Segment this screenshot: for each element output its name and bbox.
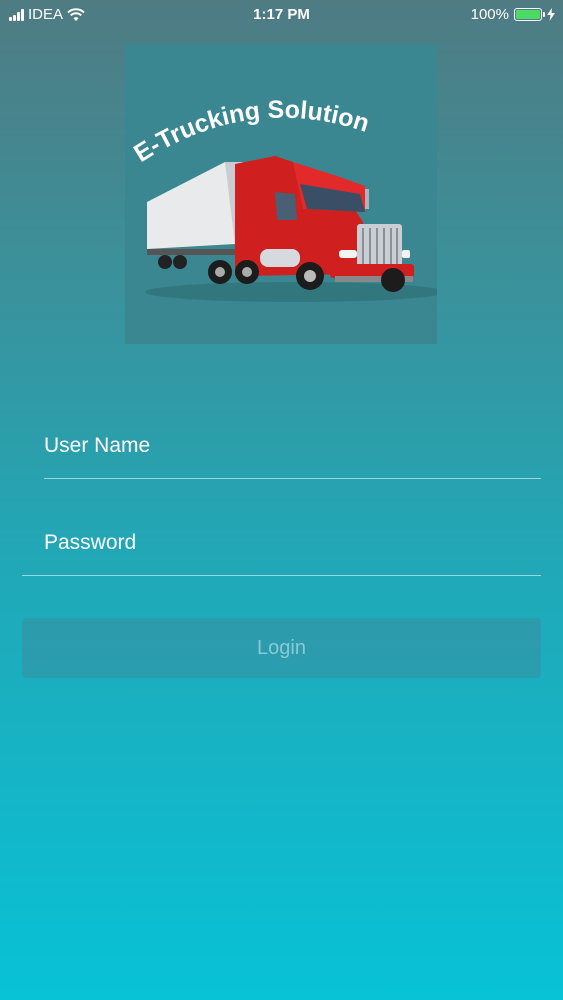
battery-icon bbox=[514, 8, 545, 21]
red-truck-icon: E-Trucking Solution bbox=[129, 96, 437, 302]
logo-text: E-Trucking Solution bbox=[129, 96, 373, 168]
wifi-icon bbox=[67, 7, 85, 21]
status-right: 100% bbox=[471, 6, 555, 23]
battery-fill bbox=[516, 10, 540, 19]
password-input[interactable] bbox=[44, 513, 541, 573]
signal-icon bbox=[9, 8, 24, 21]
status-bar: IDEA 1:17 PM 100% bbox=[0, 0, 563, 30]
app-logo: E-Trucking Solution bbox=[125, 44, 437, 344]
svg-text:E-Trucking Solution: E-Trucking Solution bbox=[129, 96, 373, 168]
charging-bolt-icon bbox=[547, 8, 555, 21]
username-field bbox=[44, 416, 541, 479]
password-field bbox=[22, 513, 541, 576]
username-input[interactable] bbox=[44, 416, 541, 476]
battery-percent: 100% bbox=[470, 6, 509, 23]
login-button[interactable]: Login bbox=[22, 618, 541, 678]
status-left: IDEA bbox=[9, 6, 85, 23]
carrier-label: IDEA bbox=[28, 6, 64, 23]
